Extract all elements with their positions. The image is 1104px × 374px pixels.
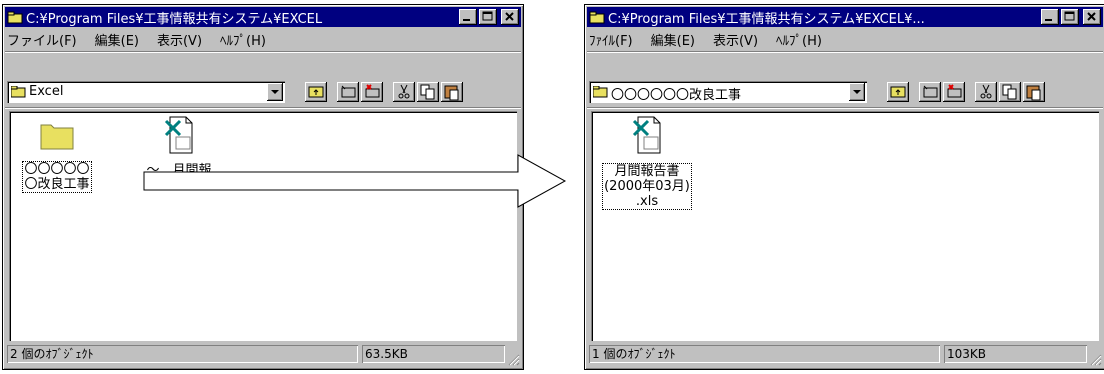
file-list-pane[interactable]: 〇〇〇〇〇 〇改良工事 〜 月間報 告書.xls [9,111,517,341]
right-explorer-window: C:¥Program Files¥工事情報共有システム¥EXCEL¥... ﾌｧ… [584,4,1104,370]
file-label-line3: .xls [635,194,659,209]
window-title: C:¥Program Files¥工事情報共有システム¥EXCEL [26,11,323,27]
close-button[interactable] [1083,9,1101,25]
total-size: 63.5KB [362,345,505,363]
map-drive-button[interactable] [919,82,941,102]
file-label-line1: 月間報告書 [614,164,680,179]
menu-view[interactable]: 表示(V) [157,30,202,49]
left-title-bar[interactable]: C:¥Program Files¥工事情報共有システム¥EXCEL [5,7,521,27]
status-bar: 1 個のｵﾌﾞｼﾞｪｸﾄ 103KB [589,345,1101,365]
menu-file[interactable]: ﾌｧｲﾙ(F) [589,30,633,49]
menu-help[interactable]: ﾍﾙﾌﾟ(H) [220,30,266,49]
excel-file-icon [164,116,193,154]
divider [587,51,1103,53]
folder-label-line2: 〇改良工事 [24,177,90,192]
total-size: 103KB [944,345,1087,363]
folder-icon [40,124,74,150]
file-label-line2: (2000年03月) [604,179,690,194]
dropdown-button[interactable] [267,83,283,101]
cut-button[interactable] [393,82,415,102]
excel-file-icon [632,116,661,154]
paste-button[interactable] [1023,82,1045,102]
excel-file-item[interactable]: 月間報告書 (2000年03月) .xls [595,115,699,210]
status-bar: 2 個のｵﾌﾞｼﾞｪｸﾄ 63.5KB [7,345,519,365]
window-title: C:¥Program Files¥工事情報共有システム¥EXCEL¥... [608,11,925,27]
copy-button[interactable] [999,82,1021,102]
file-list-pane[interactable]: 月間報告書 (2000年03月) .xls [591,111,1099,341]
object-count: 1 個のｵﾌﾞｼﾞｪｸﾄ [589,345,940,363]
up-folder-button[interactable] [887,82,909,102]
file-label-line1: 〜 月間報 [146,163,212,178]
address-text: Excel [29,84,64,99]
minimize-button[interactable] [1041,9,1059,25]
close-button[interactable] [501,9,519,25]
address-combobox[interactable]: 〇〇〇〇〇〇改良工事 [589,81,867,103]
map-drive-button[interactable] [337,82,359,102]
resize-grip[interactable] [1088,352,1102,366]
folder-icon [589,11,605,24]
file-label-line2: 告書.xls [154,178,204,193]
menu-bar: ファイル(F) 編集(E) 表示(V) ﾍﾙﾌﾟ(H) [7,29,284,49]
right-title-bar[interactable]: C:¥Program Files¥工事情報共有システム¥EXCEL¥... [587,7,1103,27]
divider [5,51,521,53]
cut-button[interactable] [975,82,997,102]
toolbar: Excel [7,79,521,105]
menu-view[interactable]: 表示(V) [713,30,758,49]
excel-file-item[interactable]: 〜 月間報 告書.xls [129,115,229,193]
divider [587,107,1103,109]
address-text: 〇〇〇〇〇〇改良工事 [611,88,742,103]
folder-label-line1: 〇〇〇〇〇 [24,162,90,177]
minimize-button[interactable] [459,9,477,25]
toolbar: 〇〇〇〇〇〇改良工事 [589,79,1103,105]
resize-grip[interactable] [506,352,520,366]
copy-button[interactable] [417,82,439,102]
address-combobox[interactable]: Excel [7,81,285,103]
divider [5,107,521,109]
menu-file[interactable]: ファイル(F) [7,30,77,49]
open-folder-icon [10,85,27,98]
folder-item[interactable]: 〇〇〇〇〇 〇改良工事 [17,119,97,193]
maximize-button[interactable] [479,9,497,25]
up-folder-button[interactable] [305,82,327,102]
menu-help[interactable]: ﾍﾙﾌﾟ(H) [776,30,822,49]
folder-icon [7,11,23,24]
disconnect-drive-button[interactable] [943,82,965,102]
paste-button[interactable] [441,82,463,102]
disconnect-drive-button[interactable] [361,82,383,102]
object-count: 2 個のｵﾌﾞｼﾞｪｸﾄ [7,345,358,363]
open-folder-icon [592,85,609,98]
menu-bar: ﾌｧｲﾙ(F) 編集(E) 表示(V) ﾍﾙﾌﾟ(H) [589,29,840,49]
dropdown-button[interactable] [849,83,865,101]
menu-edit[interactable]: 編集(E) [95,30,139,49]
menu-edit[interactable]: 編集(E) [651,30,695,49]
left-explorer-window: C:¥Program Files¥工事情報共有システム¥EXCEL ファイル(F… [2,4,524,370]
maximize-button[interactable] [1061,9,1079,25]
